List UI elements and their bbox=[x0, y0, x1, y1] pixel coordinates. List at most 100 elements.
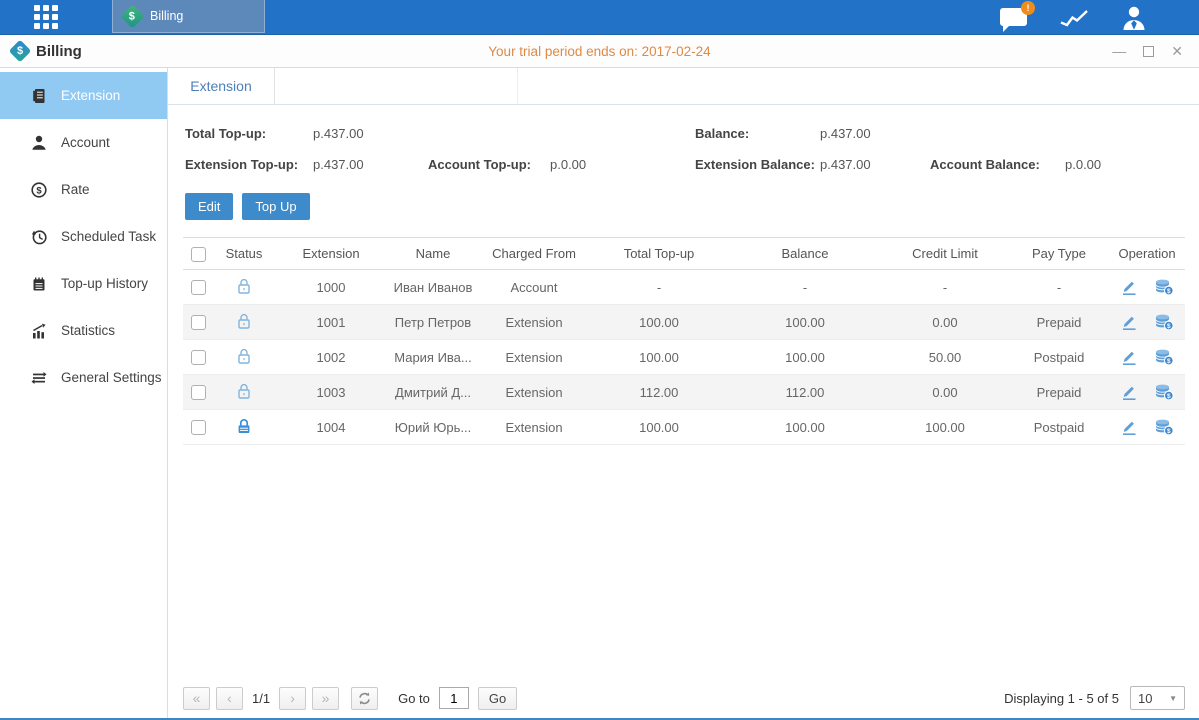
cell-total-topup: 100.00 bbox=[589, 315, 729, 330]
cell-extension: 1000 bbox=[275, 280, 387, 295]
cell-balance: 100.00 bbox=[729, 420, 881, 435]
row-checkbox[interactable] bbox=[191, 280, 206, 295]
sidebar-item-label: General Settings bbox=[61, 370, 162, 385]
edit-row-button[interactable] bbox=[1120, 278, 1138, 296]
sidebar-item-topup-history[interactable]: Top-up History bbox=[0, 260, 167, 307]
first-page-button[interactable]: « bbox=[183, 687, 210, 710]
row-checkbox[interactable] bbox=[191, 420, 206, 435]
select-all-checkbox[interactable] bbox=[191, 247, 206, 262]
maximize-button[interactable] bbox=[1143, 46, 1154, 57]
row-checkbox[interactable] bbox=[191, 350, 206, 365]
edit-row-button[interactable] bbox=[1120, 383, 1138, 401]
cell-extension: 1001 bbox=[275, 315, 387, 330]
tab-extension[interactable]: Extension bbox=[168, 68, 275, 104]
column-total-topup: Total Top-up bbox=[589, 246, 729, 261]
topup-row-button[interactable]: $ bbox=[1154, 383, 1174, 401]
cell-charged-from: Extension bbox=[479, 350, 589, 365]
column-name: Name bbox=[387, 246, 479, 261]
sidebar-item-general-settings[interactable]: General Settings bbox=[0, 354, 167, 401]
window-title: $ Billing bbox=[12, 43, 82, 60]
sidebar-item-rate[interactable]: $ Rate bbox=[0, 166, 167, 213]
column-charged-from: Charged From bbox=[479, 246, 589, 261]
page-size-select[interactable]: 10 ▼ bbox=[1130, 686, 1185, 710]
table-row[interactable]: 1000 Иван Иванов Account - - - - bbox=[183, 270, 1185, 305]
edit-row-button[interactable] bbox=[1120, 418, 1138, 436]
go-button[interactable]: Go bbox=[478, 687, 517, 710]
cell-charged-from: Account bbox=[479, 280, 589, 295]
summary-panel: Total Top-up: p.437.00 Extension Top-up:… bbox=[168, 105, 1199, 180]
bar-chart-icon bbox=[30, 322, 48, 340]
cell-total-topup: 100.00 bbox=[589, 350, 729, 365]
pencil-icon bbox=[1120, 418, 1138, 436]
chevron-down-icon: ▼ bbox=[1169, 694, 1177, 703]
topbar-tab-label: Billing bbox=[150, 9, 183, 23]
app-topbar: $ Billing ! bbox=[0, 0, 1199, 35]
topbar-tab-billing[interactable]: $ Billing bbox=[112, 0, 265, 33]
sidebar-item-extension[interactable]: Extension bbox=[0, 72, 167, 119]
extension-topup-value: p.437.00 bbox=[313, 157, 428, 172]
cell-credit-limit: 50.00 bbox=[881, 350, 1009, 365]
column-operation: Operation bbox=[1109, 246, 1185, 261]
resource-monitor-button[interactable] bbox=[1059, 6, 1089, 28]
coins-icon: $ bbox=[1154, 383, 1174, 401]
table-row[interactable]: 1002 Мария Ива... Extension 100.00 100.0… bbox=[183, 340, 1185, 375]
balance-value: p.437.00 bbox=[820, 126, 871, 141]
page-size-value: 10 bbox=[1138, 691, 1152, 706]
sidebar-item-statistics[interactable]: Statistics bbox=[0, 307, 167, 354]
column-pay-type: Pay Type bbox=[1009, 246, 1109, 261]
topup-row-button[interactable]: $ bbox=[1154, 348, 1174, 366]
cell-pay-type: - bbox=[1009, 280, 1109, 295]
next-page-button[interactable]: › bbox=[279, 687, 306, 710]
edit-row-button[interactable] bbox=[1120, 313, 1138, 331]
sidebar-item-label: Top-up History bbox=[61, 276, 148, 291]
notification-badge: ! bbox=[1021, 1, 1035, 15]
cell-name: Петр Петров bbox=[387, 315, 479, 330]
apps-menu-icon[interactable] bbox=[34, 5, 58, 29]
unlocked-icon bbox=[235, 277, 253, 295]
refresh-button[interactable] bbox=[351, 687, 378, 710]
table-row[interactable]: 1003 Дмитрий Д... Extension 112.00 112.0… bbox=[183, 375, 1185, 410]
table-row[interactable]: 1004 Юрий Юрь... Extension 100.00 100.00… bbox=[183, 410, 1185, 445]
cell-name: Иван Иванов bbox=[387, 280, 479, 295]
svg-text:$: $ bbox=[36, 185, 42, 196]
minimize-button[interactable]: — bbox=[1112, 43, 1126, 59]
prev-page-button[interactable]: ‹ bbox=[216, 687, 243, 710]
cell-extension: 1003 bbox=[275, 385, 387, 400]
line-chart-icon bbox=[1059, 6, 1089, 28]
cell-pay-type: Postpaid bbox=[1009, 420, 1109, 435]
sidebar-item-account[interactable]: Account bbox=[0, 119, 167, 166]
cell-pay-type: Postpaid bbox=[1009, 350, 1109, 365]
extension-topup-label: Extension Top-up: bbox=[185, 157, 313, 172]
cell-total-topup: 100.00 bbox=[589, 420, 729, 435]
goto-page-input[interactable] bbox=[439, 687, 469, 709]
cell-balance: 100.00 bbox=[729, 315, 881, 330]
billing-diamond-icon: $ bbox=[120, 4, 144, 28]
goto-label: Go to bbox=[398, 691, 430, 706]
edit-button[interactable]: Edit bbox=[185, 193, 233, 220]
cell-pay-type: Prepaid bbox=[1009, 315, 1109, 330]
cell-balance: - bbox=[729, 280, 881, 295]
cell-credit-limit: 100.00 bbox=[881, 420, 1009, 435]
total-topup-value: p.437.00 bbox=[313, 126, 364, 141]
close-button[interactable]: ✕ bbox=[1171, 43, 1183, 60]
row-checkbox[interactable] bbox=[191, 385, 206, 400]
topup-row-button[interactable]: $ bbox=[1154, 278, 1174, 296]
topup-row-button[interactable]: $ bbox=[1154, 313, 1174, 331]
edit-row-button[interactable] bbox=[1120, 348, 1138, 366]
total-topup-label: Total Top-up: bbox=[185, 126, 313, 141]
row-checkbox[interactable] bbox=[191, 315, 206, 330]
sidebar-item-scheduled-task[interactable]: Scheduled Task bbox=[0, 213, 167, 260]
user-account-button[interactable] bbox=[1121, 5, 1147, 30]
top-up-button[interactable]: Top Up bbox=[242, 193, 309, 220]
topup-row-button[interactable]: $ bbox=[1154, 418, 1174, 436]
svg-text:$: $ bbox=[1167, 428, 1171, 435]
notepad-icon bbox=[30, 275, 48, 293]
table-row[interactable]: 1001 Петр Петров Extension 100.00 100.00… bbox=[183, 305, 1185, 340]
last-page-button[interactable]: » bbox=[312, 687, 339, 710]
cell-charged-from: Extension bbox=[479, 315, 589, 330]
pencil-icon bbox=[1120, 383, 1138, 401]
cell-charged-from: Extension bbox=[479, 385, 589, 400]
pencil-icon bbox=[1120, 278, 1138, 296]
coins-icon: $ bbox=[1154, 278, 1174, 296]
messages-button[interactable]: ! bbox=[1000, 8, 1027, 26]
